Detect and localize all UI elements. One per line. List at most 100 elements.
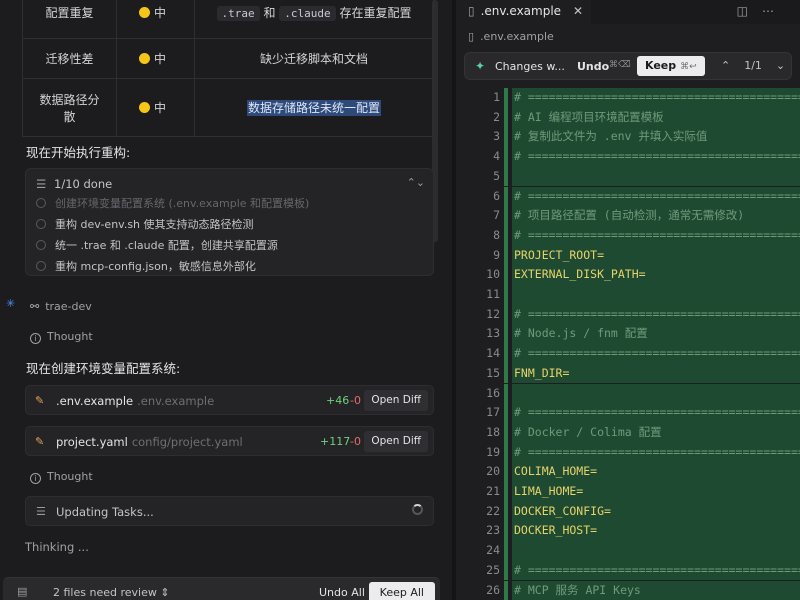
code-text: # AI 编程项目环境配置模板 — [512, 107, 800, 128]
open-diff-button[interactable]: Open Diff — [364, 431, 428, 452]
code-line[interactable]: 3 # 复制此文件为 .env 并填入实际值 — [456, 127, 800, 148]
more-icon[interactable]: ⋯ — [762, 4, 788, 18]
line-number: 4 — [493, 149, 500, 164]
code-text: # ======================================… — [512, 186, 800, 207]
code-line[interactable]: 11 — [456, 285, 800, 305]
code-line[interactable]: 23 DOCKER_HOST= — [456, 521, 800, 542]
issue-desc: 缺少迁移脚本和文档 — [194, 38, 434, 79]
close-icon[interactable]: ✕ — [573, 4, 583, 18]
file-card-env[interactable]: ✎ .env.example .env.example +46 -0 Open D… — [25, 385, 434, 415]
code-line[interactable]: 13 # Node.js / fnm 配置 — [456, 324, 800, 345]
code-text: PROJECT_ROOT= — [512, 245, 800, 266]
collapse-icon[interactable]: ⌃⌄ — [407, 176, 425, 189]
added-line-gutter — [504, 344, 508, 364]
review-dropdown[interactable]: 2 files need review ⇕ — [53, 586, 170, 599]
line-number: 9 — [493, 247, 500, 262]
code-text: COLIMA_HOME= — [512, 462, 800, 482]
changes-label[interactable]: Changes w... — [495, 60, 565, 73]
undo-button[interactable]: Undo — [577, 60, 609, 73]
code-line[interactable]: 1 # =====================================… — [456, 88, 800, 108]
code-text: # ======================================… — [512, 344, 800, 364]
spinner-icon — [412, 504, 423, 515]
code-text: # ======================================… — [512, 88, 800, 108]
prev-change-icon[interactable]: ⌃ — [721, 59, 730, 72]
selected-text: 数据存储路径未统一配置 — [246, 100, 381, 116]
code-editor[interactable]: 1 # =====================================… — [456, 88, 800, 600]
code-line[interactable]: 19 # ====================================… — [456, 442, 800, 463]
line-number: 12 — [486, 306, 500, 321]
code-text: LIMA_HOME= — [512, 482, 800, 502]
code-line[interactable]: 4 # =====================================… — [456, 147, 800, 167]
open-diff-button[interactable]: Open Diff — [364, 390, 428, 411]
line-number: 18 — [486, 424, 500, 439]
code-line[interactable]: 8 # =====================================… — [456, 225, 800, 246]
table-row: 配置重复 中 .trae 和 .claude 存在重复配置 — [22, 0, 434, 39]
tab-bar: ▯ .env.example ✕ ◫⋯ — [456, 0, 800, 24]
line-number: 23 — [486, 523, 500, 538]
code-line[interactable]: 5 — [456, 166, 800, 187]
line-number: 15 — [486, 365, 500, 380]
added-line-gutter — [504, 383, 508, 404]
code-line[interactable]: 2 # AI 编程项目环境配置模板 — [456, 107, 800, 128]
line-number: 7 — [493, 208, 500, 223]
line-number: 5 — [493, 168, 500, 183]
edit-file-icon: ✎ — [35, 394, 45, 407]
line-number: 10 — [486, 267, 500, 282]
next-change-icon[interactable]: ⌄ — [776, 59, 785, 72]
file-icon: ▯ — [468, 4, 475, 18]
code-line[interactable]: 18 # Docker / Colima 配置 — [456, 422, 800, 443]
thinking-label: Thinking ... — [25, 540, 89, 554]
line-number: 2 — [493, 109, 500, 124]
split-editor-icon[interactable]: ◫ — [737, 4, 762, 18]
code-line[interactable]: 7 # 项目路径配置 (自动检测，通常无需修改) — [456, 206, 800, 226]
code-line[interactable]: 16 — [456, 383, 800, 404]
code-line[interactable]: 9 PROJECT_ROOT= — [456, 245, 800, 266]
task-circle-icon — [36, 198, 46, 208]
code-text: FNM_DIR= — [512, 363, 800, 384]
line-number: 20 — [486, 464, 500, 479]
breadcrumb[interactable]: ▯ .env.example — [468, 30, 554, 43]
task-progress[interactable]: ☰ 1/10 done — [36, 177, 112, 191]
code-line[interactable]: 17 # ====================================… — [456, 403, 800, 423]
code-line[interactable]: 6 # =====================================… — [456, 186, 800, 207]
file-name: project.yaml — [56, 435, 128, 449]
file-path: .env.example — [137, 394, 215, 408]
code-text: # Node.js / fnm 配置 — [512, 324, 800, 345]
code-line[interactable]: 25 # ====================================… — [456, 560, 800, 581]
list-icon: ☰ — [36, 177, 47, 191]
code-line[interactable]: 12 # ====================================… — [456, 304, 800, 325]
task-circle-icon — [36, 219, 46, 229]
line-number: 25 — [486, 562, 500, 577]
code-text: # 项目路径配置 (自动检测，通常无需修改) — [512, 206, 800, 226]
code-line[interactable]: 21 LIMA_HOME= — [456, 482, 800, 502]
code-line[interactable]: 20 COLIMA_HOME= — [456, 462, 800, 482]
code-text: # ======================================… — [512, 442, 800, 463]
added-line-gutter — [504, 462, 508, 482]
code-line[interactable]: 10 EXTERNAL_DISK_PATH= — [456, 265, 800, 285]
code-line[interactable]: 14 # ====================================… — [456, 344, 800, 364]
issue-level: 中 — [116, 38, 195, 79]
thought-toggle[interactable]: i Thought — [30, 330, 93, 344]
line-number: 19 — [486, 444, 500, 459]
tab-env-example[interactable]: ▯ .env.example ✕ — [456, 0, 592, 24]
added-line-gutter — [504, 560, 508, 581]
task-circle-icon — [36, 240, 46, 250]
file-path: config/project.yaml — [131, 435, 243, 449]
line-number: 8 — [493, 227, 500, 242]
task-item: 重构 mcp-config.json，敏感信息外部化 — [36, 258, 256, 274]
chat-panel: 配置重复 中 .trae 和 .claude 存在重复配置 迁移性差 中 缺少迁… — [0, 0, 452, 600]
added-line-gutter — [504, 88, 508, 108]
keep-all-button[interactable]: Keep All — [368, 582, 435, 600]
line-number: 16 — [486, 385, 500, 400]
added-line-gutter — [504, 541, 508, 561]
thought-toggle[interactable]: i Thought — [30, 470, 93, 484]
code-line[interactable]: 26 # MCP 服务 API Keys — [456, 580, 800, 600]
line-number: 3 — [493, 129, 500, 144]
task-item: 重构 dev-env.sh 使其支持动态路径检测 — [36, 216, 254, 232]
code-line[interactable]: 15 FNM_DIR= — [456, 363, 800, 384]
code-line[interactable]: 22 DOCKER_CONFIG= — [456, 501, 800, 522]
code-line[interactable]: 24 — [456, 541, 800, 561]
undo-all-button[interactable]: Undo All — [319, 586, 365, 599]
file-card-project[interactable]: ✎ project.yaml config/project.yaml +117 -… — [25, 426, 434, 456]
keep-button[interactable]: Keep ⌘↩ — [637, 56, 705, 76]
